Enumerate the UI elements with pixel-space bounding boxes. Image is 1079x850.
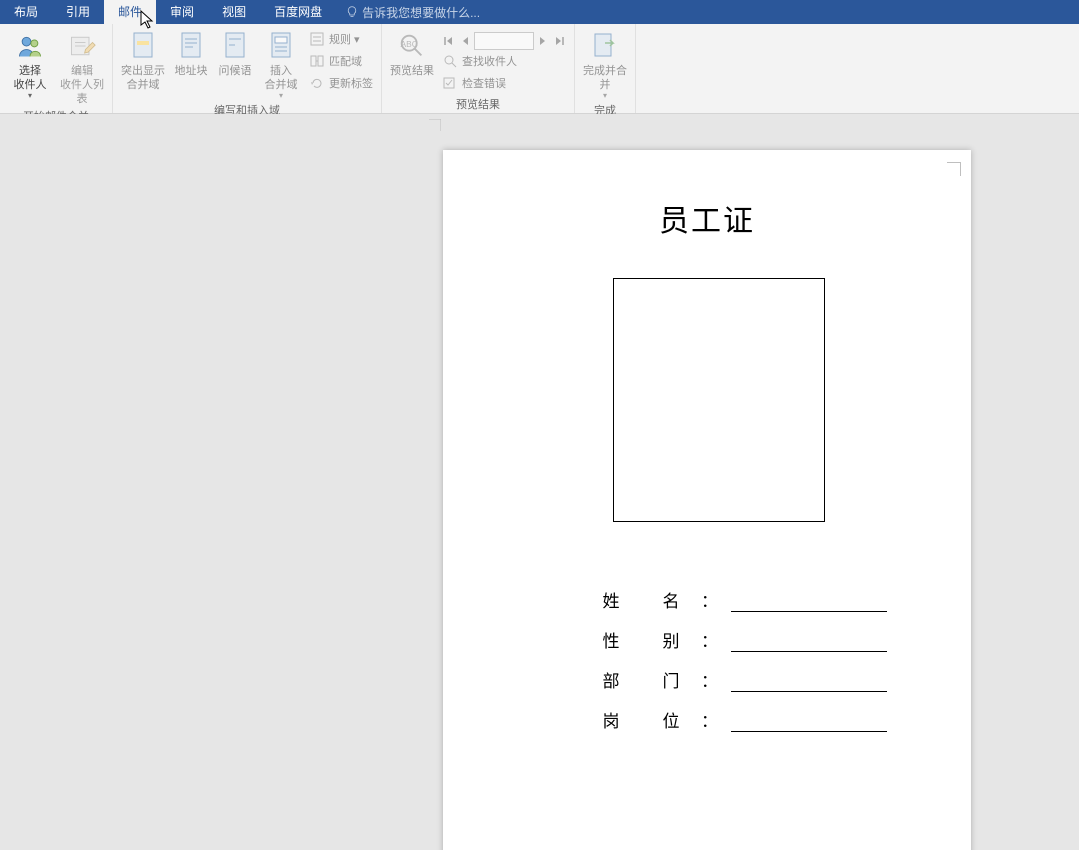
colon: ： [701,667,725,692]
rules-label: 规则 [329,31,351,47]
check-errors-icon [442,75,458,91]
group-finish: 完成并合并 ▾ 完成 [575,24,636,113]
chevron-down-icon: ▾ [28,92,32,100]
employee-fields: 姓名 ： 性别 ： 部门 ： 岗位 ： [581,572,887,732]
prev-record-button[interactable] [458,33,472,49]
last-record-button[interactable] [552,33,566,49]
colon: ： [701,587,725,612]
field-line [731,594,887,612]
greeting-label: 问候语 [219,64,252,78]
people-icon [14,30,46,62]
field-char: 岗 [581,707,641,732]
field-char: 部 [581,667,641,692]
check-errors-label: 检查错误 [462,75,506,91]
chevron-down-icon: ▾ [354,33,360,46]
tab-reference[interactable]: 引用 [52,0,104,24]
tab-layout[interactable]: 布局 [0,0,52,24]
tab-mailings[interactable]: 邮件 [104,0,156,24]
match-fields-button[interactable]: 匹配域 [305,50,377,72]
first-icon [444,36,454,46]
group-write-insert: 突出显示 合并域 地址块 问候语 插入 合并域 ▾ [113,24,382,113]
tell-me-placeholder: 告诉我您想要做什么... [362,4,480,21]
field-line [731,714,887,732]
update-labels-icon [309,75,325,91]
page-corner-marker-left [425,119,441,135]
field-char: 性 [581,627,641,652]
colon: ： [701,627,725,652]
field-char: 别 [641,627,701,652]
greeting-line-button[interactable]: 问候语 [213,26,257,78]
insert-field-icon [265,30,297,62]
group-start-mail-merge: 选择 收件人 ▾ 编辑 收件人列表 开始邮件合并 [0,24,113,113]
field-line [731,634,887,652]
field-char: 姓 [581,587,641,612]
document-title: 员工证 [659,196,755,240]
highlight-merge-fields-button[interactable]: 突出显示 合并域 [117,26,169,92]
find-recipient-label: 查找收件人 [462,53,517,69]
update-labels-label: 更新标签 [329,75,373,91]
field-department: 部门 ： [581,652,887,692]
page-corner-marker [947,162,961,176]
field-gender: 性别 ： [581,612,887,652]
finish-merge-icon [589,30,621,62]
tab-view[interactable]: 视图 [208,0,260,24]
group-preview-results: ABC 预览结果 查找收件人 检查错误 [382,24,575,113]
ribbon-tabs: 布局 引用 邮件 审阅 视图 百度网盘 告诉我您想要做什么... [0,0,1079,24]
tab-review[interactable]: 审阅 [156,0,208,24]
rules-button[interactable]: 规则 ▾ [305,28,377,50]
find-recipient-button[interactable]: 查找收件人 [438,50,570,72]
chevron-down-icon: ▾ [603,92,607,100]
prev-icon [461,36,469,46]
match-fields-label: 匹配域 [329,53,362,69]
ribbon: 选择 收件人 ▾ 编辑 收件人列表 开始邮件合并 突出显示 合并域 [0,24,1079,114]
preview-results-label: 预览结果 [390,64,434,78]
field-char: 位 [641,707,701,732]
field-char: 名 [641,587,701,612]
field-position: 岗位 ： [581,692,887,732]
select-recipients-label: 选择 收件人 [14,64,47,92]
insert-field-label: 插入 合并域 [265,64,298,92]
search-person-icon [442,53,458,69]
field-name: 姓名 ： [581,572,887,612]
next-icon [539,36,547,46]
magnifier-icon: ABC [396,30,428,62]
next-record-button[interactable] [536,33,550,49]
group-label-preview: 预览结果 [386,94,570,115]
photo-placeholder [613,278,825,522]
update-labels-button[interactable]: 更新标签 [305,72,377,94]
field-char: 门 [641,667,701,692]
select-recipients-button[interactable]: 选择 收件人 ▾ [4,26,56,100]
lightbulb-icon [346,6,358,18]
finish-merge-button[interactable]: 完成并合并 ▾ [579,26,631,100]
svg-text:ABC: ABC [401,39,418,49]
last-icon [554,36,564,46]
highlight-label: 突出显示 合并域 [121,64,165,92]
tell-me-search[interactable]: 告诉我您想要做什么... [336,4,480,21]
tab-baidu-netdisk[interactable]: 百度网盘 [260,0,336,24]
edit-recipient-list-label: 编辑 收件人列表 [56,64,108,106]
address-block-label: 地址块 [175,64,208,78]
field-line [731,674,887,692]
match-fields-icon [309,53,325,69]
finish-merge-label: 完成并合并 [579,64,631,92]
insert-merge-field-button[interactable]: 插入 合并域 ▾ [257,26,305,100]
colon: ： [701,707,725,732]
page: 员工证 姓名 ： 性别 ： 部门 ： 岗位 ： [443,150,971,850]
rules-icon [309,31,325,47]
document-workspace[interactable]: 员工证 姓名 ： 性别 ： 部门 ： 岗位 ： [0,114,1079,850]
address-block-icon [175,30,207,62]
chevron-down-icon: ▾ [279,92,283,100]
record-number-input[interactable] [474,32,534,50]
highlight-icon [127,30,159,62]
edit-recipient-list-button[interactable]: 编辑 收件人列表 [56,26,108,106]
check-errors-button[interactable]: 检查错误 [438,72,570,94]
edit-list-icon [66,30,98,62]
greeting-icon [219,30,251,62]
first-record-button[interactable] [442,33,456,49]
preview-results-button[interactable]: ABC 预览结果 [386,26,438,78]
address-block-button[interactable]: 地址块 [169,26,213,78]
